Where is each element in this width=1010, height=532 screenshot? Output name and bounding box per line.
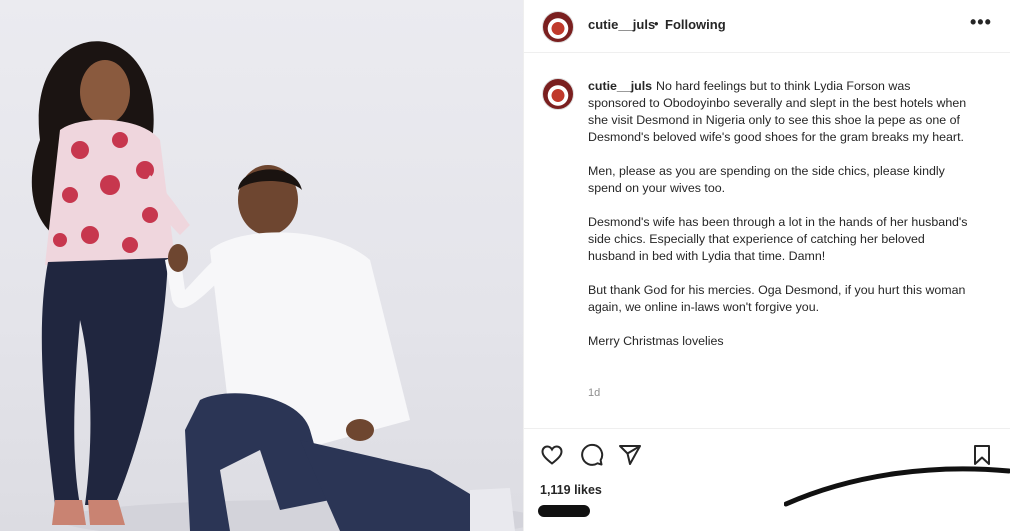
action-bar: 1,119 likes	[524, 428, 1010, 532]
header-username[interactable]: cutie__juls	[588, 17, 655, 32]
caption-paragraph-2: Men, please as you are spending on the s…	[588, 164, 945, 195]
caption-username[interactable]: cutie__juls	[588, 79, 652, 93]
heart-icon[interactable]	[540, 443, 564, 467]
send-icon[interactable]	[618, 443, 642, 467]
post-detail-panel: cutie__juls • Following ••• cutie__juls N…	[523, 0, 1010, 531]
post-header: cutie__juls • Following •••	[524, 0, 1010, 53]
post-photo[interactable]	[0, 0, 523, 531]
caption-paragraph-4: But thank God for his mercies. Oga Desmo…	[588, 283, 966, 314]
avatar[interactable]	[542, 11, 574, 43]
redaction-scribble	[538, 505, 590, 517]
caption-avatar[interactable]	[542, 78, 574, 110]
drawn-curve-mark	[784, 466, 1010, 507]
post-caption: cutie__juls No hard feelings but to think…	[588, 78, 968, 367]
more-options-icon[interactable]: •••	[970, 12, 992, 33]
caption-paragraph-3: Desmond's wife has been through a lot in…	[588, 215, 968, 263]
photo-illustration	[31, 41, 523, 531]
caption-paragraph-1: cutie__juls No hard feelings but to think…	[588, 78, 968, 146]
comment-icon[interactable]	[580, 443, 604, 467]
following-button[interactable]: Following	[665, 17, 726, 32]
separator-dot: •	[654, 16, 659, 31]
likes-count[interactable]: 1,119 likes	[540, 483, 602, 497]
post-timestamp[interactable]: 1d	[588, 387, 600, 399]
caption-paragraph-5: Merry Christmas lovelies	[588, 334, 724, 348]
